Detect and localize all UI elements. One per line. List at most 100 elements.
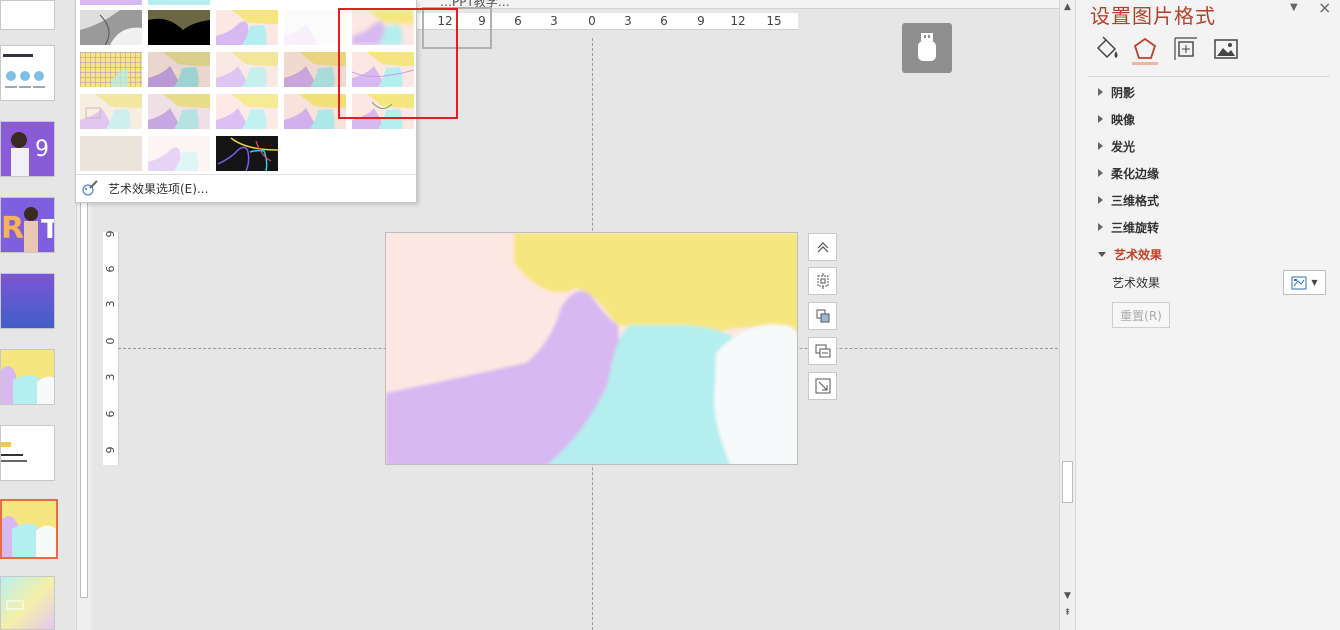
effects-tab[interactable] — [1132, 36, 1158, 62]
pane-close-icon[interactable]: × — [1318, 0, 1331, 17]
swap-picture-icon — [815, 344, 830, 358]
ruler-tick-label: 6 — [660, 14, 668, 28]
ruler-tick-label: 6 — [104, 410, 117, 418]
vertical-ruler: 9 6 3 0 3 6 9 — [103, 231, 119, 465]
section-glow[interactable]: 发光 — [1098, 137, 1135, 155]
artistic-effect-label: 艺术效果 — [1112, 276, 1161, 290]
slide-thumbnail-selected[interactable] — [0, 499, 58, 559]
effect-option[interactable] — [80, 94, 142, 129]
main-scroll-thumb[interactable] — [1062, 461, 1073, 503]
format-picture-pane: 设置图片格式 ▼ × 阴影 映像 发光 柔化边缘 三维格式 三维旋转 艺术效果 … — [1075, 0, 1340, 630]
effect-option[interactable] — [80, 52, 142, 87]
effect-option[interactable] — [80, 136, 142, 171]
pastel-blob-image — [386, 233, 797, 464]
slide-thumbnail[interactable] — [0, 0, 55, 30]
crop-button[interactable] — [808, 267, 837, 295]
thumbnail-gradient — [1, 274, 54, 328]
expand-triangle-icon — [1098, 115, 1103, 123]
section-label: 发光 — [1111, 139, 1136, 154]
svg-text:9: 9 — [35, 137, 49, 162]
previous-slide-icon[interactable]: ⇞ — [1062, 608, 1073, 619]
scroll-down-arrow-icon[interactable]: ▼ — [1062, 591, 1073, 602]
ruler-tick-label: 9 — [104, 446, 117, 454]
slide-thumbnail[interactable]: 9 — [0, 121, 55, 177]
section-label: 阴影 — [1111, 85, 1136, 100]
expand-triangle-icon — [1098, 223, 1103, 231]
slide-thumbnail[interactable] — [0, 576, 55, 630]
resize-button[interactable] — [808, 372, 837, 400]
ruler-tick-label: 15 — [766, 14, 782, 28]
usb-device-badge[interactable] — [902, 23, 952, 73]
artistic-effects-options-label: 艺术效果选项(E)... — [108, 181, 209, 196]
effect-option[interactable] — [80, 10, 142, 45]
layout-options-button[interactable] — [808, 233, 837, 261]
fill-line-tab[interactable] — [1094, 36, 1120, 62]
slide-thumbnail-strip: 9 R T — [0, 0, 74, 630]
document-tab-bar: …PPT教学… — [416, 0, 1076, 9]
scroll-up-arrow-icon[interactable]: ▲ — [1062, 2, 1073, 13]
effect-option[interactable] — [284, 94, 346, 129]
effect-option[interactable] — [216, 94, 278, 129]
thumbnail-text — [1, 426, 54, 480]
artistic-effects-options-link[interactable]: 艺术效果选项(E)... — [82, 178, 208, 198]
artistic-effect-dropdown[interactable]: ▼ — [1283, 270, 1326, 295]
size-position-icon — [1174, 37, 1197, 60]
section-label: 柔化边缘 — [1111, 166, 1160, 181]
effect-option[interactable] — [216, 136, 278, 171]
reset-button[interactable]: 重置(R) — [1112, 302, 1170, 328]
main-vertical-scrollbar[interactable]: ▲ ▼ ⇞ — [1059, 0, 1075, 630]
active-tab-indicator — [1132, 62, 1158, 65]
slide-thumbnail[interactable] — [0, 45, 55, 101]
brush-palette-icon — [82, 180, 98, 196]
slide-thumbnail[interactable] — [0, 425, 55, 481]
expand-triangle-icon — [1098, 169, 1103, 177]
section-label: 映像 — [1111, 112, 1136, 127]
effect-option[interactable] — [148, 0, 210, 5]
pentagon-icon — [1133, 37, 1157, 59]
ruler-tick-label: 3 — [624, 14, 632, 28]
effect-option[interactable] — [216, 10, 278, 45]
slide-thumbnail[interactable]: R T — [0, 197, 55, 253]
thumbnail-pastel — [1, 350, 54, 404]
effect-option[interactable] — [148, 94, 210, 129]
slide-thumbnail[interactable] — [0, 273, 55, 329]
expand-triangle-icon — [1098, 142, 1103, 150]
pane-options-chevron-icon[interactable]: ▼ — [1290, 2, 1298, 13]
thumbnail-person-letters: R T — [1, 198, 54, 252]
effect-option[interactable] — [80, 0, 142, 5]
effect-option[interactable] — [148, 136, 210, 171]
effect-option[interactable] — [284, 10, 346, 45]
replace-picture-button[interactable] — [808, 337, 837, 365]
section-3d-format[interactable]: 三维格式 — [1098, 191, 1159, 209]
pane-title: 设置图片格式 — [1090, 4, 1216, 28]
effect-option[interactable] — [148, 52, 210, 87]
ruler-tick-label: 3 — [104, 373, 117, 381]
section-reflection[interactable]: 映像 — [1098, 110, 1135, 128]
picture-tab[interactable] — [1213, 36, 1239, 62]
thumbnail-pastel-current — [2, 501, 56, 557]
slide-thumbnail[interactable] — [0, 349, 55, 405]
section-label: 艺术效果 — [1114, 247, 1163, 262]
section-shadow[interactable]: 阴影 — [1098, 83, 1135, 101]
section-artistic-effects[interactable]: 艺术效果 — [1098, 245, 1162, 263]
slide-picture[interactable] — [385, 232, 798, 465]
thumbnail-team-preview — [1, 46, 54, 100]
effect-option[interactable] — [216, 52, 278, 87]
bring-forward-icon — [816, 309, 829, 323]
size-properties-tab[interactable] — [1173, 36, 1199, 62]
artistic-effect-preview-icon — [1291, 276, 1307, 289]
gallery-separator — [76, 174, 416, 175]
effect-option[interactable] — [148, 10, 210, 45]
section-label: 三维旋转 — [1111, 220, 1160, 235]
ruler-tick-label: 6 — [514, 14, 522, 28]
ruler-tick-label: 9 — [697, 14, 705, 28]
effect-option[interactable] — [284, 52, 346, 87]
thumbnail-scroll-thumb[interactable] — [80, 202, 88, 598]
align-center-icon — [817, 273, 828, 289]
section-3d-rotation[interactable]: 三维旋转 — [1098, 218, 1159, 236]
pane-divider — [1088, 76, 1330, 77]
arrange-button[interactable] — [808, 302, 837, 330]
ruler-tick-label: 9 — [104, 230, 117, 238]
ruler-tick-label: 6 — [104, 265, 117, 273]
section-soft-edges[interactable]: 柔化边缘 — [1098, 164, 1159, 182]
